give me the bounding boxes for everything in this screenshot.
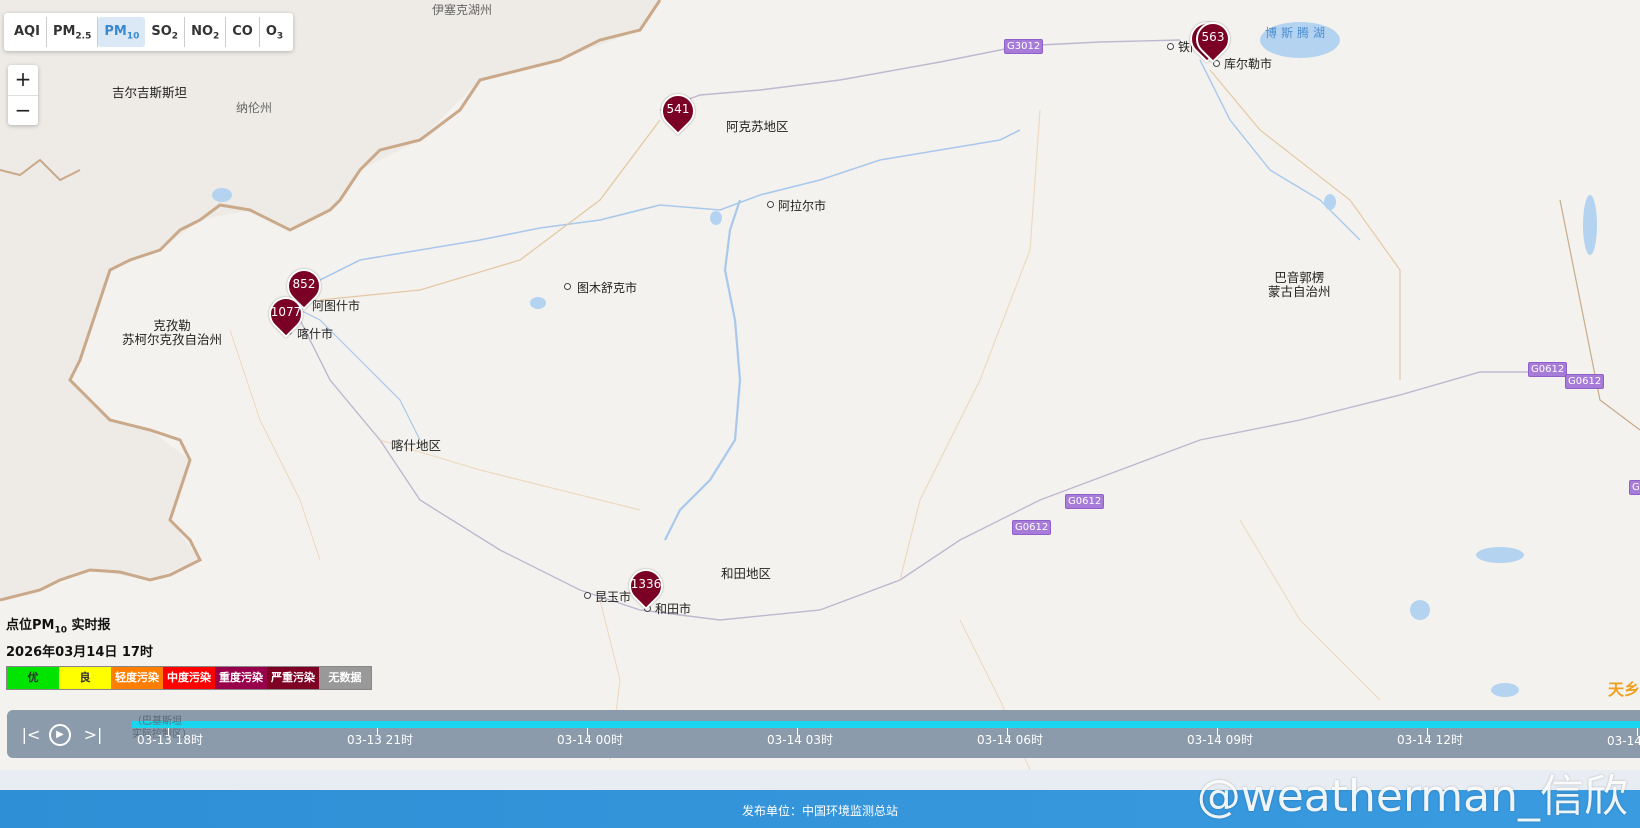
label-hotan-prefecture: 和田地区 xyxy=(721,566,772,581)
tab-subscript: 2.5 xyxy=(75,31,92,42)
play-icon[interactable]: ▶ xyxy=(49,724,71,746)
station-marker[interactable]: 1077 xyxy=(261,289,311,341)
marker-value: 1077 xyxy=(270,305,302,319)
label-aksu-prefecture: 阿克苏地区 xyxy=(726,119,789,134)
label-keriya: 昆玉市 xyxy=(595,590,632,604)
tab-co[interactable]: CO xyxy=(226,17,260,47)
tab-label: AQI xyxy=(14,24,40,39)
tick-label: 03-14 xyxy=(1607,734,1640,748)
tick-label: 03-14 00时 xyxy=(557,733,623,747)
corner-logo: 天乡 xyxy=(1607,680,1640,699)
skip-forward-icon[interactable]: >| xyxy=(81,723,105,747)
tab-label: O xyxy=(265,24,277,39)
label-naryn: 纳伦州 xyxy=(236,101,273,115)
tab-subscript: 10 xyxy=(126,31,140,42)
legend-title-sub: 10 xyxy=(54,625,67,636)
legend-level-nodata: 无数据 xyxy=(319,667,371,689)
legend-title-suffix: 实时报 xyxy=(67,618,111,633)
marker-value: 541 xyxy=(666,102,690,116)
road-shield: G0 xyxy=(1629,480,1640,495)
marker-value: 563 xyxy=(1201,30,1225,44)
tick-label: 03-14 03时 xyxy=(767,733,833,747)
legend-level-severe: 严重污染 xyxy=(267,667,319,689)
road-shield: G0612 xyxy=(1065,494,1105,509)
tab-pm25[interactable]: PM2.5 xyxy=(47,17,99,47)
legend-time: 2026年03月14日 17时 xyxy=(6,645,153,660)
timeline-bar[interactable]: |< ▶ >| （巴基斯坦 实际控制区） 03-13 18时 03-13 21时… xyxy=(7,710,1640,758)
road-shield: G0612 xyxy=(1565,374,1605,389)
road-shield: G0612 xyxy=(1012,520,1052,535)
pollutant-tabs: AQI PM2.5 PM10 SO2 NO2 CO O3 xyxy=(4,13,294,51)
station-marker[interactable]: 1336 xyxy=(621,561,671,613)
tick-label: 03-14 12时 xyxy=(1397,733,1463,747)
label-issyk-kul: 伊塞克湖州 xyxy=(432,3,493,17)
tab-label: PM xyxy=(52,24,76,39)
legend-level-heavy: 重度污染 xyxy=(215,667,267,689)
label-korla: 库尔勒市 xyxy=(1224,57,1273,71)
legend-title-prefix: 点位PM xyxy=(6,618,55,633)
skip-back-icon[interactable]: |< xyxy=(19,723,43,747)
tab-label: SO xyxy=(151,24,172,39)
map-base xyxy=(0,0,1640,770)
map-underlay-text: （巴基斯坦 xyxy=(132,716,182,727)
tick-label: 03-14 06时 xyxy=(977,733,1043,747)
legend-level-good: 良 xyxy=(59,667,111,689)
label-bayingolin-line2: 蒙古自治州 xyxy=(1268,284,1331,299)
marker-value: 1336 xyxy=(630,577,662,591)
label-kyrgyzstan: 吉尔吉斯斯坦 xyxy=(112,85,188,100)
city-dot-tumxuk xyxy=(564,283,571,290)
label-tumxuk: 图木舒克市 xyxy=(577,281,638,295)
tab-label: PM xyxy=(104,24,127,39)
label-kizilsu: 克孜勒 苏柯尔克孜自治州 xyxy=(122,319,222,347)
label-kizilsu-line1: 克孜勒 xyxy=(153,318,191,333)
city-dot-keriya xyxy=(584,592,591,599)
zoom-control: + − xyxy=(8,65,38,125)
label-kashgar-prefecture: 喀什地区 xyxy=(391,438,442,453)
map-canvas[interactable]: 伊塞克湖州 吉尔吉斯斯坦 纳伦州 阿克苏地区 阿拉尔市 图木舒克市 阿图什市 喀… xyxy=(0,0,1640,770)
tick-label: 03-13 21时 xyxy=(347,733,413,747)
zoom-out-button[interactable]: − xyxy=(8,96,38,126)
label-kizilsu-line2: 苏柯尔克孜自治州 xyxy=(122,332,223,347)
zoom-in-button[interactable]: + xyxy=(8,65,38,96)
legend-title: 点位PM10 实时报 xyxy=(6,614,111,636)
tab-so2[interactable]: SO2 xyxy=(145,17,186,47)
tab-subscript: 2 xyxy=(213,31,220,42)
marker-value: 852 xyxy=(292,277,316,291)
label-bayingolin-line1: 巴音郭楞 xyxy=(1274,270,1325,285)
road-shield: G3012 xyxy=(1004,39,1044,54)
road-shield: G0612 xyxy=(1528,362,1568,377)
legend-level-excellent: 优 xyxy=(7,667,59,689)
tab-o3[interactable]: O3 xyxy=(260,17,289,47)
city-dot-tiemenguan xyxy=(1167,43,1174,50)
tab-label: NO xyxy=(191,24,213,39)
tab-no2[interactable]: NO2 xyxy=(185,17,227,47)
legend-level-moderate: 中度污染 xyxy=(163,667,215,689)
tick-label: 03-14 09时 xyxy=(1187,733,1253,747)
tick-label: 03-13 18时 xyxy=(137,733,203,747)
city-dot-alar xyxy=(767,201,774,208)
station-marker[interactable]: 563 xyxy=(1182,14,1238,66)
legend-level-light: 轻度污染 xyxy=(111,667,163,689)
label-bosten-lake: 博斯腾湖 xyxy=(1265,26,1330,40)
label-bayingolin: 巴音郭楞 蒙古自治州 xyxy=(1268,271,1331,299)
tab-subscript: 3 xyxy=(276,31,284,42)
station-marker[interactable]: 541 xyxy=(653,86,703,138)
tab-label: CO xyxy=(232,24,253,39)
tab-pm10[interactable]: PM10 xyxy=(98,17,146,47)
tab-subscript: 2 xyxy=(171,31,179,42)
aqi-legend: 优 良 轻度污染 中度污染 重度污染 严重污染 无数据 xyxy=(6,666,372,690)
watermark: @weatherman_信欣 xyxy=(1196,771,1628,822)
tab-aqi[interactable]: AQI xyxy=(8,17,47,47)
label-alar: 阿拉尔市 xyxy=(778,199,827,213)
timeline-progress[interactable] xyxy=(132,721,1640,728)
